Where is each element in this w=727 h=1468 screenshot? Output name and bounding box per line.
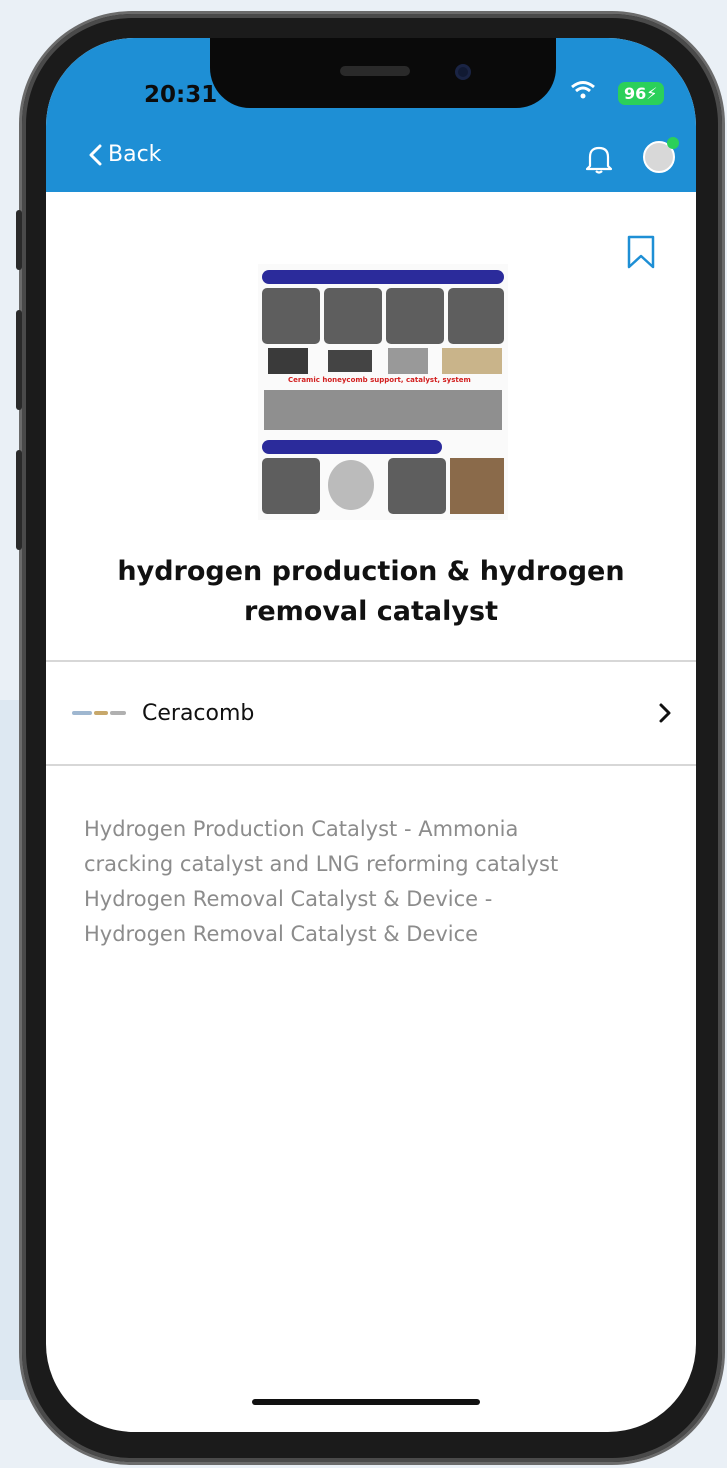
wifi-icon [570, 80, 596, 106]
image-box [388, 458, 446, 514]
side-button [16, 450, 22, 550]
image-photo [328, 460, 374, 510]
app-screen: 20:31 96⚡ Back Ceramic honeycomb support… [46, 38, 696, 1432]
description-line: Hydrogen Removal Catalyst & Device - [84, 887, 493, 911]
description-line: Hydrogen Production Catalyst - Ammonia [84, 817, 519, 841]
image-photo [328, 350, 372, 372]
divider [46, 660, 696, 662]
chevron-left-icon [89, 144, 102, 165]
image-photo [450, 458, 504, 514]
image-band [262, 440, 442, 454]
back-label: Back [108, 142, 162, 167]
image-photo-strip [264, 390, 502, 430]
camera [455, 64, 471, 80]
description-line: cracking catalyst and LNG reforming cata… [84, 852, 559, 876]
description-line: Hydrogen Removal Catalyst & Device [84, 922, 479, 946]
image-photo [388, 348, 428, 374]
image-caption: Ceramic honeycomb support, catalyst, sys… [288, 376, 471, 384]
speaker [340, 66, 410, 76]
home-indicator[interactable] [252, 1399, 480, 1405]
image-photo [442, 348, 502, 374]
notch [210, 38, 556, 108]
divider [46, 764, 696, 766]
image-band [262, 270, 504, 284]
company-row[interactable]: Ceracomb [72, 698, 672, 728]
charging-icon: ⚡ [646, 84, 658, 103]
battery-level: 96 [624, 84, 647, 103]
image-box [262, 458, 320, 514]
image-photo [268, 348, 308, 374]
back-button[interactable]: Back [88, 142, 161, 167]
side-button [16, 310, 22, 410]
battery-indicator: 96⚡ [618, 82, 664, 105]
company-name: Ceracomb [142, 700, 255, 726]
image-box [386, 288, 444, 344]
online-status-dot [667, 137, 679, 149]
company-logo [72, 708, 126, 718]
bookmark-icon[interactable] [626, 234, 656, 274]
image-box [324, 288, 382, 344]
product-description: Hydrogen Production Catalyst - Ammonia c… [84, 812, 644, 952]
status-time: 20:31 [144, 82, 218, 108]
chevron-right-icon [659, 703, 671, 723]
image-box [448, 288, 504, 344]
avatar[interactable] [643, 137, 679, 173]
bell-icon[interactable] [585, 144, 613, 178]
side-button [16, 210, 22, 270]
image-box [262, 288, 320, 344]
product-image: Ceramic honeycomb support, catalyst, sys… [258, 264, 508, 520]
page-title: hydrogen production & hydrogen removal c… [117, 556, 625, 627]
